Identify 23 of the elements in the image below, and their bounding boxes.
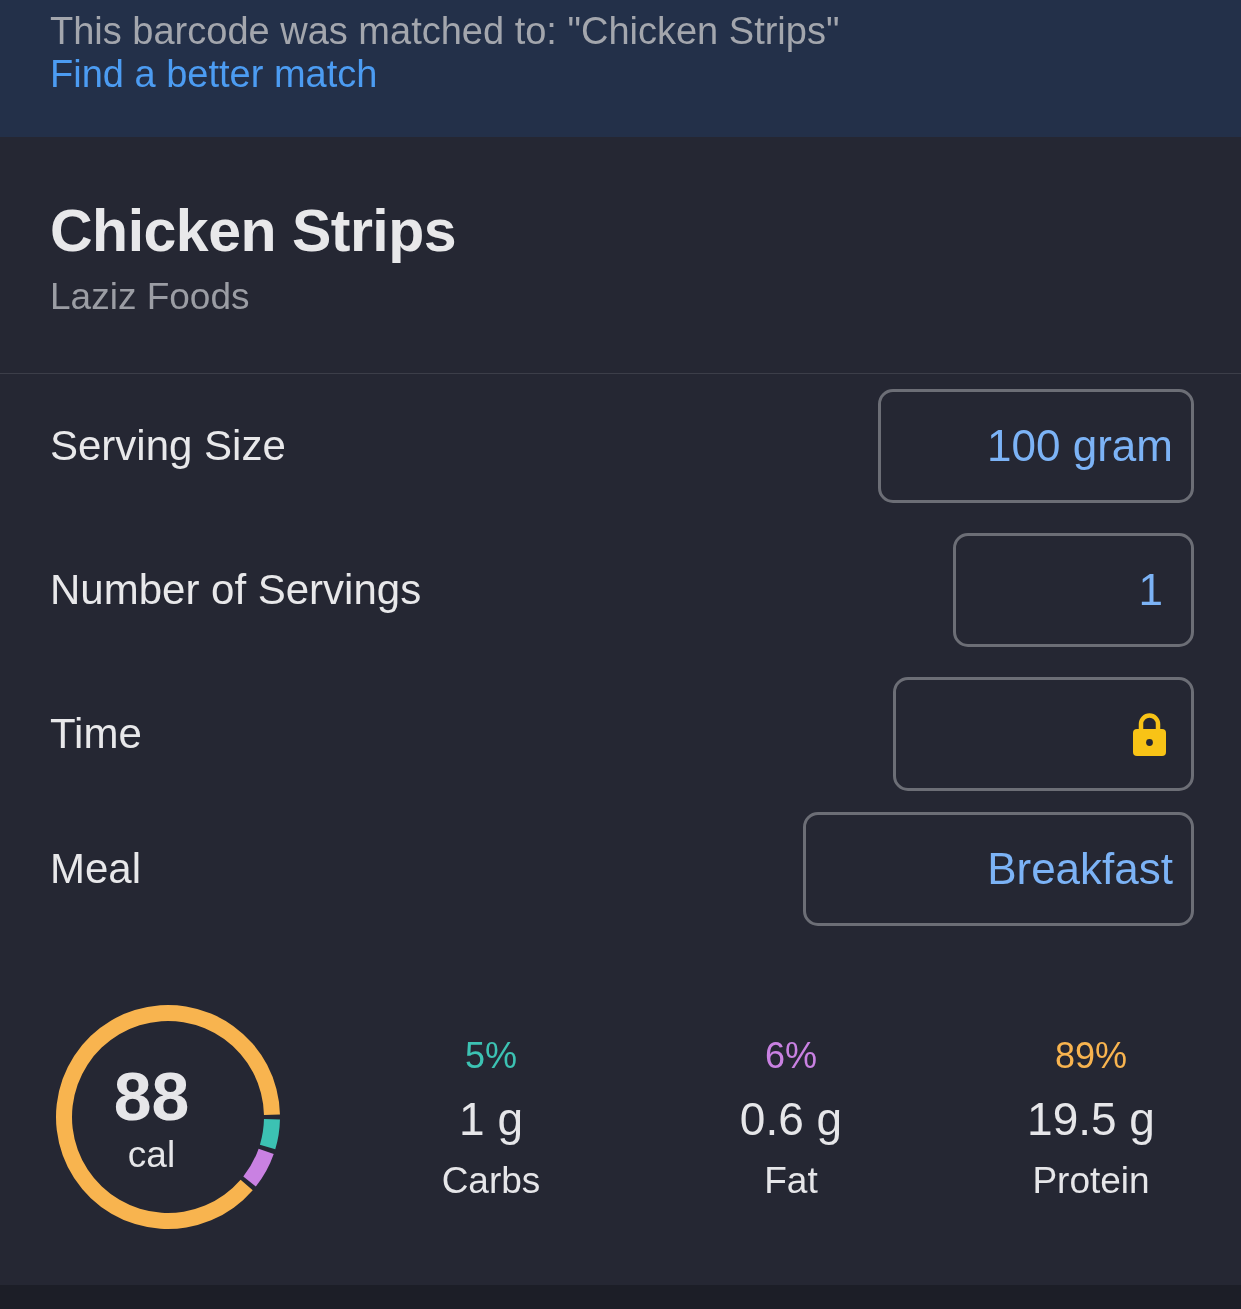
- macro-percent: 5%: [465, 1035, 517, 1077]
- select-field[interactable]: 100 gram: [878, 389, 1194, 503]
- calorie-unit: cal: [127, 1134, 176, 1176]
- food-name: Chicken Strips: [50, 197, 457, 266]
- field-label: Serving Size: [50, 422, 286, 470]
- macro-name: Carbs: [441, 1159, 541, 1203]
- brand-name: Laziz Foods: [50, 277, 250, 317]
- better-match-link[interactable]: Find a better match: [50, 53, 378, 96]
- number-field[interactable]: 1: [953, 533, 1194, 647]
- macro-amount: 1 g: [459, 1092, 523, 1147]
- macro-name: Fat: [764, 1159, 818, 1203]
- macro-percent: 6%: [765, 1035, 817, 1077]
- macro-percent: 89%: [1054, 1035, 1128, 1077]
- field-label: Number of Servings: [50, 566, 422, 614]
- field-label: Time: [50, 710, 142, 758]
- macro-amount: 19.5 g: [1027, 1092, 1155, 1147]
- macro-amount: 0.6 g: [739, 1092, 843, 1147]
- field-label: Meal: [50, 845, 142, 893]
- select-field[interactable]: Breakfast: [803, 812, 1194, 926]
- macro-name: Protein: [1032, 1159, 1150, 1203]
- time-field[interactable]: [893, 677, 1194, 791]
- match-message: This barcode was matched to: "Chicken Strips": [50, 10, 840, 53]
- calorie-count: 88: [113, 1062, 190, 1130]
